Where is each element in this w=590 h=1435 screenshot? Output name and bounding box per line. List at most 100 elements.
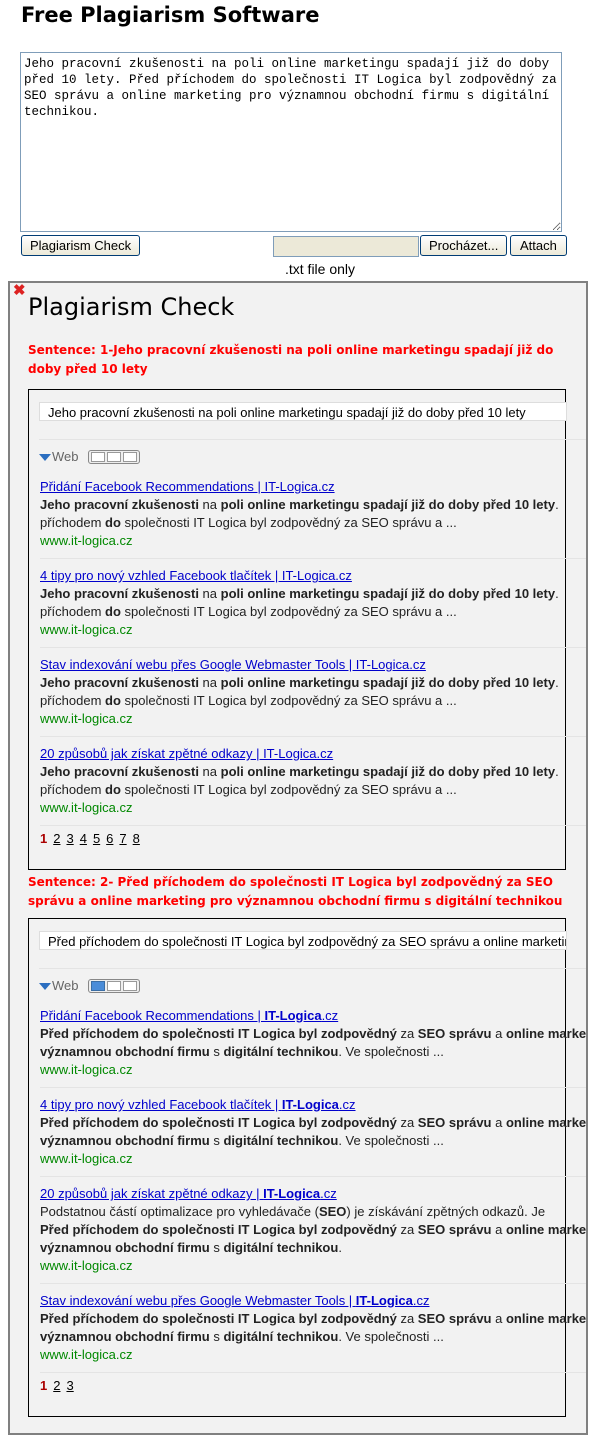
result-box: Jeho pracovní zkušenosti na poli online …	[28, 389, 586, 870]
snippet-text: .cz	[321, 1008, 339, 1023]
result-title-link[interactable]: Stav indexování webu přes Google Webmast…	[40, 1293, 429, 1308]
search-result: Přidání Facebook Recommendations | IT-Lo…	[29, 470, 586, 559]
snippet-text: na	[198, 764, 221, 779]
search-result: 4 tipy pro nový vzhled Facebook tlačítek…	[29, 559, 586, 648]
result-url: www.it-logica.cz	[40, 711, 133, 726]
single-view-icon[interactable]	[90, 452, 105, 462]
snippet-text: Stav indexování webu přes Google Webmast…	[40, 657, 426, 672]
result-snippet: příchodem do společnosti IT Logica byl z…	[40, 692, 565, 710]
search-query-field[interactable]: Jeho pracovní zkušenosti na poli online …	[39, 402, 567, 421]
highlight-text: Před příchodem do společnosti IT Logica …	[40, 1115, 397, 1130]
snippet-text: .	[555, 764, 559, 779]
highlight-text: digitální technikou	[223, 1240, 339, 1255]
snippet-text: společnosti IT Logica byl zodpovědný za …	[120, 515, 457, 530]
highlight-text: digitální technikou	[223, 1329, 339, 1344]
snippet-text: za	[396, 1115, 418, 1130]
snippet-text: příchodem	[40, 782, 106, 797]
page-link[interactable]: 3	[66, 1378, 73, 1393]
result-snippet: Jeho pracovní zkušenosti na poli online …	[40, 674, 565, 692]
snippet-text: za	[396, 1311, 418, 1326]
result-title-link[interactable]: Přidání Facebook Recommendations | IT-Lo…	[40, 479, 335, 494]
current-page: 1	[40, 831, 48, 846]
snippet-text: s	[209, 1329, 224, 1344]
attach-button[interactable]: Attach	[510, 235, 567, 256]
highlight-text: IT-Logica	[355, 1293, 413, 1308]
pagination: 123	[29, 1373, 565, 1416]
result-title-link[interactable]: Přidání Facebook Recommendations | IT-Lo…	[40, 1008, 338, 1023]
snippet-text: .	[338, 1240, 342, 1255]
page-link[interactable]: 8	[133, 831, 140, 846]
highlight-text: Před příchodem do společnosti IT Logica …	[40, 1026, 397, 1041]
stacked-view-icon[interactable]	[122, 981, 137, 991]
result-title-link[interactable]: 20 způsobů jak získat zpětné odkazy | IT…	[40, 746, 333, 761]
snippet-text: příchodem	[40, 693, 106, 708]
result-title-link[interactable]: Stav indexování webu přes Google Webmast…	[40, 657, 426, 672]
snippet-text: příchodem	[40, 604, 106, 619]
results-panel: ✖ Plagiarism Check Sentence: 1-Jeho prac…	[8, 281, 588, 1435]
web-section-toggle[interactable]: Web	[39, 444, 565, 470]
web-section-toggle[interactable]: Web	[39, 973, 565, 999]
result-title-link[interactable]: 20 způsobů jak získat zpětné odkazy | IT…	[40, 1186, 337, 1201]
page-link[interactable]: 6	[106, 831, 113, 846]
sentence-heading: Sentence: 1-Jeho pracovní zkušenosti na …	[28, 343, 554, 376]
snippet-text: s	[209, 1133, 224, 1148]
snippet-text: 20 způsobů jak získat zpětné odkazy | IT…	[40, 746, 334, 761]
file-path-field[interactable]	[273, 236, 419, 257]
stacked-view-icon[interactable]	[122, 452, 137, 462]
plagiarism-check-button[interactable]: Plagiarism Check	[21, 235, 141, 256]
double-view-icon[interactable]	[106, 452, 121, 462]
highlight-text: do	[105, 693, 121, 708]
highlight-text: do	[105, 782, 121, 797]
result-snippet: Před příchodem do společnosti IT Logica …	[40, 1114, 586, 1132]
result-title-link[interactable]: 4 tipy pro nový vzhled Facebook tlačítek…	[40, 568, 352, 583]
result-title-link[interactable]: 4 tipy pro nový vzhled Facebook tlačítek…	[40, 1097, 356, 1112]
snippet-text: za	[396, 1222, 418, 1237]
highlight-text: Jeho pracovní zkušenosti	[40, 675, 199, 690]
result-snippet: příchodem do společnosti IT Logica byl z…	[40, 781, 565, 799]
page-link[interactable]: 2	[53, 831, 60, 846]
snippet-text: .cz	[320, 1186, 337, 1201]
snippet-text: . Ve společnosti ...	[338, 1329, 444, 1344]
browse-button[interactable]: Procházet...	[420, 235, 508, 256]
result-url: www.it-logica.cz	[40, 1151, 133, 1166]
highlight-text: IT-Logica	[263, 1186, 321, 1201]
result-url: www.it-logica.cz	[40, 533, 133, 548]
result-snippet: Jeho pracovní zkušenosti na poli online …	[40, 496, 565, 514]
snippet-text: .	[555, 497, 559, 512]
highlight-text: online marketing	[505, 1115, 587, 1130]
search-result: Přidání Facebook Recommendations | IT-Lo…	[29, 999, 586, 1088]
page-link[interactable]: 4	[80, 831, 87, 846]
view-mode-switcher[interactable]	[87, 979, 140, 993]
snippet-text: Stav indexování webu přes Google Webmast…	[40, 1293, 356, 1308]
result-box: Před příchodem do společnosti IT Logica …	[28, 918, 586, 1417]
highlight-text: významnou obchodní firmu	[40, 1329, 210, 1344]
search-query-field[interactable]: Před příchodem do společnosti IT Logica …	[39, 931, 567, 950]
page-link[interactable]: 2	[53, 1378, 60, 1393]
page-link[interactable]: 7	[119, 831, 126, 846]
snippet-text: a	[491, 1222, 506, 1237]
triangle-down-icon	[39, 453, 51, 461]
result-url: www.it-logica.cz	[40, 1258, 133, 1273]
highlight-text: Jeho pracovní zkušenosti	[40, 497, 199, 512]
highlight-text: digitální technikou	[223, 1044, 339, 1059]
result-url: www.it-logica.cz	[40, 1347, 133, 1362]
highlight-text: významnou obchodní firmu	[40, 1044, 210, 1059]
page-link[interactable]: 5	[93, 831, 100, 846]
snippet-text: a	[491, 1026, 506, 1041]
search-result: 20 způsobů jak získat zpětné odkazy | IT…	[29, 737, 586, 826]
view-mode-switcher[interactable]	[87, 450, 140, 464]
text-input[interactable]: Jeho pracovní zkušenosti na poli online …	[20, 52, 562, 232]
page-link[interactable]: 3	[66, 831, 73, 846]
highlight-text: SEO	[318, 1204, 347, 1219]
snippet-text: Přidání Facebook Recommendations | IT-Lo…	[40, 479, 335, 494]
search-result: Stav indexování webu přes Google Webmast…	[29, 1284, 586, 1373]
single-view-icon[interactable]	[90, 981, 105, 991]
snippet-text: na	[198, 586, 221, 601]
highlight-text: online marketing	[505, 1222, 587, 1237]
page-title: Free Plagiarism Software	[21, 3, 320, 27]
highlight-text: IT-Logica	[264, 1008, 322, 1023]
result-snippet: významnou obchodní firmu s digitální tec…	[40, 1132, 565, 1150]
snippet-text: společnosti IT Logica byl zodpovědný za …	[120, 693, 457, 708]
close-icon[interactable]: ✖	[13, 283, 26, 298]
double-view-icon[interactable]	[106, 981, 121, 991]
